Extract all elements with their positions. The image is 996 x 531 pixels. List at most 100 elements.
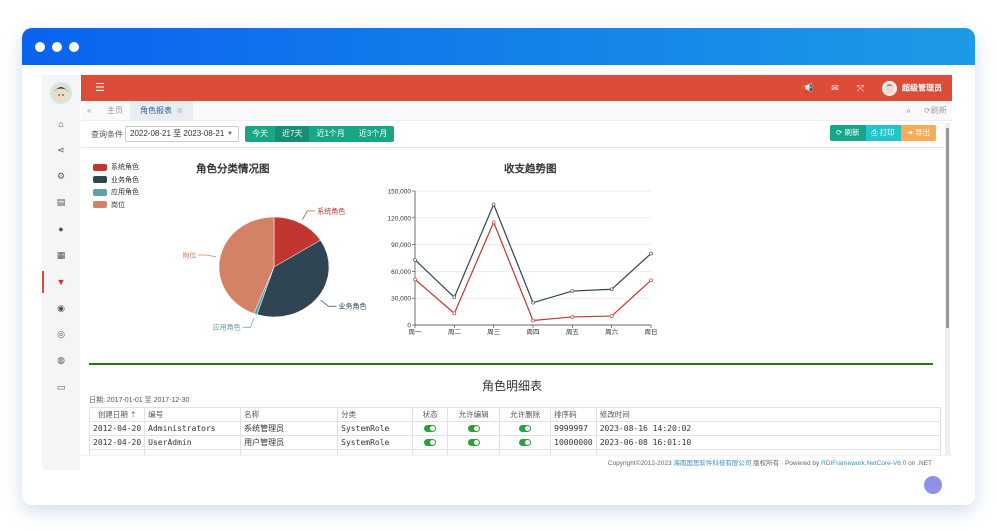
sidebar-item-filter[interactable]: ▼: [42, 269, 80, 295]
tab-role-report[interactable]: 角色报表 ⊗: [130, 101, 193, 121]
data-point[interactable]: [649, 251, 653, 256]
toggle-cell[interactable]: [412, 421, 449, 436]
table-cell: 10000000: [550, 435, 597, 450]
pie-label-line: [198, 254, 217, 258]
toggle-cell[interactable]: [412, 435, 449, 450]
data-point[interactable]: [491, 220, 496, 225]
line-series[interactable]: [414, 202, 652, 304]
export-button[interactable]: ➜ 导出: [900, 125, 936, 141]
column-header[interactable]: 允许删除: [499, 407, 552, 422]
expand-icon[interactable]: ⤧: [857, 83, 864, 94]
column-header[interactable]: 状态: [412, 407, 449, 422]
sidebar-item-globe[interactable]: ◍: [42, 348, 80, 374]
tab-refresh-button[interactable]: ⟳刷新: [924, 101, 947, 121]
y-tick-label: 30,000: [391, 296, 411, 303]
y-tick-label: 150,000: [388, 189, 412, 196]
data-point[interactable]: [452, 295, 457, 300]
content-scrollbar[interactable]: [945, 123, 950, 455]
column-header[interactable]: 编号: [144, 407, 242, 422]
tab-scroll-right-icon[interactable]: »: [906, 101, 910, 121]
window-dot-icon: [35, 41, 45, 52]
window-dot-icon: [69, 41, 79, 52]
data-point[interactable]: [570, 289, 575, 293]
table-row[interactable]: 2012-04-20 UserAdmin 用户管理员 SystemRole 100000…: [88, 435, 942, 450]
toggle-switch[interactable]: [519, 425, 532, 433]
sidebar-item-eye[interactable]: ◎: [42, 321, 80, 347]
column-header[interactable]: 分类: [337, 407, 414, 422]
column-header[interactable]: 名称: [240, 407, 339, 422]
footer-powered: 版权所有 · Powered by: [751, 460, 822, 467]
floating-chat-button[interactable]: [924, 476, 942, 494]
quick-range-1[interactable]: 近7天: [275, 126, 310, 142]
quick-range-3[interactable]: 近3个月: [352, 126, 394, 142]
sidebar-avatar[interactable]: [50, 82, 72, 104]
quick-range-group: 今天 近7天 近1个月 近3个月: [245, 126, 395, 142]
data-point[interactable]: [570, 315, 575, 319]
toggle-switch[interactable]: [424, 425, 437, 433]
toggle-cell[interactable]: [499, 421, 552, 436]
toggle-cell[interactable]: [447, 421, 501, 436]
bullhorn-icon[interactable]: 📢: [802, 83, 813, 94]
date-range-picker[interactable]: 2022-08-21 至 2023-08-21 ▼: [125, 126, 239, 142]
data-point[interactable]: [649, 278, 653, 283]
legend-item[interactable]: 岗位: [93, 199, 139, 212]
data-point[interactable]: [531, 318, 535, 323]
envelope-icon[interactable]: ✉: [831, 83, 839, 94]
column-header[interactable]: 创建日期 ⇡: [88, 407, 146, 422]
hamburger-icon[interactable]: ☰: [95, 81, 105, 94]
table-cell: 2023-06-08 16:01:10: [595, 435, 942, 450]
wechat-icon: ◉: [57, 302, 65, 313]
sidebar: ⌂ ⋖ ⚙ ▤ ● ▦ ▼ ◉ ◎ ◍ ▭: [42, 75, 80, 470]
pie-label-line: [302, 210, 316, 220]
legend-item[interactable]: 应用角色: [93, 186, 139, 199]
sidebar-item-desktop[interactable]: ▭: [42, 374, 80, 400]
tab-scroll-left-icon[interactable]: «: [87, 101, 91, 121]
sidebar-item-list-alt[interactable]: ▤: [42, 190, 80, 216]
table-row[interactable]: 2012-04-20 Administrators 系统管理员 SystemRole 9…: [88, 421, 942, 436]
column-header[interactable]: 允许编辑: [447, 407, 501, 422]
scrollbar-thumb[interactable]: [946, 128, 949, 328]
toggle-cell[interactable]: [447, 435, 501, 450]
column-header[interactable]: 排序码: [550, 407, 597, 422]
data-point[interactable]: [609, 314, 614, 318]
sidebar-item-circle[interactable]: ●: [42, 216, 80, 242]
close-icon[interactable]: ⊗: [176, 106, 183, 115]
sidebar-item-wechat[interactable]: ◉: [42, 295, 80, 321]
legend-item[interactable]: 业务角色: [93, 174, 139, 187]
x-tick-label: 周日: [645, 328, 658, 336]
legend-item[interactable]: 系统角色: [93, 161, 139, 174]
toggle-switch[interactable]: [467, 439, 480, 447]
filter-icon: ▼: [56, 276, 66, 287]
data-point[interactable]: [491, 202, 496, 207]
action-buttons: ⟳ 刷新 ⎙ 打印 ➜ 导出: [830, 125, 936, 141]
refresh-button[interactable]: ⟳ 刷新: [830, 125, 866, 141]
footer: Copyright©2012-2023 海南国思软件科技有限公司 版权所有 · …: [81, 455, 952, 470]
report-content: 系统角色 业务角色 应用角色 岗位 角色分类情况图 系统角色 业务角色 应用角色 岗位 03…: [81, 149, 943, 464]
quick-range-0[interactable]: 今天: [245, 126, 275, 142]
sidebar-item-cogs[interactable]: ⚙: [42, 164, 80, 190]
sidebar-item-calendar[interactable]: ▦: [42, 243, 80, 269]
legend-swatch: [93, 201, 107, 209]
data-point[interactable]: [413, 277, 417, 282]
sidebar-item-home[interactable]: ⌂: [42, 111, 80, 137]
user-menu[interactable]: 超级管理员: [882, 80, 942, 96]
data-point[interactable]: [452, 311, 457, 316]
toggle-cell[interactable]: [499, 435, 552, 450]
sidebar-item-share[interactable]: ⋖: [42, 137, 80, 163]
line-chart-title: 收支趋势图: [504, 163, 557, 175]
print-button[interactable]: ⎙ 打印: [865, 125, 901, 141]
data-point[interactable]: [413, 257, 417, 262]
table-cell: 2023-08-16 14:20:02: [595, 421, 942, 436]
toggle-switch[interactable]: [467, 425, 480, 433]
toggle-switch[interactable]: [519, 439, 532, 447]
company-link[interactable]: 海南国思软件科技有限公司: [673, 460, 751, 467]
tab-home[interactable]: 主页: [107, 101, 123, 121]
column-header[interactable]: 修改时间: [595, 407, 942, 422]
toggle-switch[interactable]: [424, 439, 437, 447]
data-point[interactable]: [609, 287, 614, 292]
date-range-value: 2022-08-21 至 2023-08-21: [130, 129, 225, 138]
app-root: ⌂ ⋖ ⚙ ▤ ● ▦ ▼ ◉ ◎ ◍ ▭ ☰ 📢 ✉ ⤧ 超级管理员 « 主页 角色报表 ⊗ » …: [42, 75, 952, 470]
quick-range-2[interactable]: 近1个月: [309, 126, 351, 142]
data-point[interactable]: [531, 300, 535, 305]
framework-link[interactable]: RDIFramework.NetCore-V6.0: [821, 460, 906, 467]
